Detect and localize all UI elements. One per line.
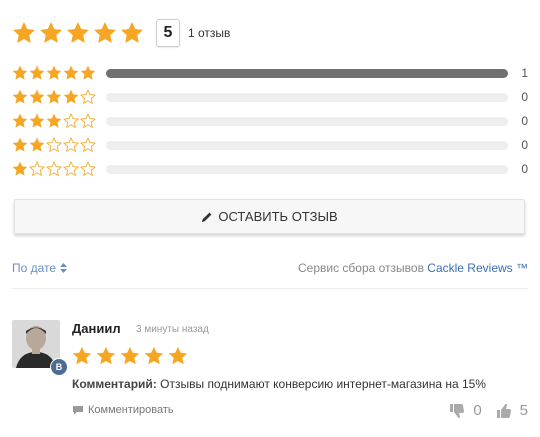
comment-label: Комментарий: xyxy=(72,377,157,391)
write-review-button[interactable]: ОСТАВИТЬ ОТЗЫВ xyxy=(14,199,525,234)
star-filled-icon xyxy=(46,89,62,104)
star-empty-icon xyxy=(63,137,79,153)
star-filled-icon xyxy=(12,89,28,104)
review-author[interactable]: Даниил xyxy=(72,321,121,336)
write-review-label: ОСТАВИТЬ ОТЗЫВ xyxy=(218,209,338,224)
star-filled-icon xyxy=(12,161,28,176)
distribution-count: 0 xyxy=(521,138,528,152)
star-filled-icon xyxy=(120,346,140,365)
distribution-bar xyxy=(106,68,508,78)
star-filled-icon xyxy=(66,21,90,43)
sort-by-date[interactable]: По дате xyxy=(12,261,68,275)
star-filled-icon xyxy=(29,89,45,104)
distribution-stars xyxy=(12,161,96,177)
service-credit: Сервис сбора отзывов Cackle Reviews ™ xyxy=(298,261,528,275)
star-filled-icon xyxy=(120,21,144,43)
dislike-button[interactable]: 0 xyxy=(449,402,482,419)
distribution-row-3[interactable]: 0 xyxy=(12,113,528,129)
star-empty-icon xyxy=(63,113,79,129)
star-filled-icon xyxy=(72,346,92,365)
thumbs-down-icon xyxy=(450,403,465,418)
distribution-bar xyxy=(106,92,508,102)
star-empty-icon xyxy=(63,161,79,177)
cackle-link[interactable]: Cackle Reviews ™ xyxy=(427,261,528,275)
star-filled-icon xyxy=(12,21,36,43)
distribution-bar xyxy=(106,116,508,126)
vk-badge: B xyxy=(50,358,68,376)
distribution-row-5[interactable]: 1 xyxy=(12,65,528,81)
star-filled-icon xyxy=(12,65,28,80)
reply-link[interactable]: Комментировать xyxy=(72,404,174,416)
star-filled-icon xyxy=(63,89,79,104)
dislike-count: 0 xyxy=(473,402,482,419)
rating-summary: 5 1 отзыв xyxy=(12,19,231,47)
distribution-stars xyxy=(12,65,96,81)
distribution-bar-fill xyxy=(106,68,508,78)
distribution-stars xyxy=(12,113,96,129)
star-filled-icon xyxy=(12,137,28,152)
star-empty-icon xyxy=(80,89,96,105)
star-filled-icon xyxy=(63,65,79,80)
review-rating-stars xyxy=(72,346,188,366)
star-empty-icon xyxy=(46,137,62,153)
distribution-count: 0 xyxy=(521,90,528,104)
star-filled-icon xyxy=(29,65,45,80)
star-filled-icon xyxy=(144,346,164,365)
star-empty-icon xyxy=(80,113,96,129)
distribution-count: 0 xyxy=(521,114,528,128)
votes: 0 5 xyxy=(435,402,528,419)
divider xyxy=(12,288,528,289)
distribution-count: 1 xyxy=(521,66,528,80)
review-time: 3 минуты назад xyxy=(136,324,209,335)
like-button[interactable]: 5 xyxy=(496,402,528,419)
distribution-count: 0 xyxy=(521,162,528,176)
star-filled-icon xyxy=(29,137,45,152)
sort-label: По дате xyxy=(12,261,57,275)
star-filled-icon xyxy=(12,113,28,128)
star-filled-icon xyxy=(39,21,63,43)
like-count: 5 xyxy=(519,402,528,419)
reply-label: Комментировать xyxy=(88,404,174,416)
star-filled-icon xyxy=(96,346,116,365)
sort-icon xyxy=(60,263,68,273)
pencil-icon xyxy=(202,212,212,222)
distribution-stars xyxy=(12,137,96,153)
distribution-bar xyxy=(106,140,508,150)
comment-icon xyxy=(73,406,83,415)
review-comment: Комментарий: Отзывы поднимают конверсию … xyxy=(72,377,486,391)
star-filled-icon xyxy=(93,21,117,43)
distribution-row-1[interactable]: 0 xyxy=(12,161,528,177)
comment-text: Отзывы поднимают конверсию интернет-мага… xyxy=(156,377,486,391)
distribution-row-2[interactable]: 0 xyxy=(12,137,528,153)
average-score: 5 xyxy=(156,19,180,47)
star-filled-icon xyxy=(46,113,62,128)
star-filled-icon xyxy=(80,65,96,80)
star-filled-icon xyxy=(168,346,188,365)
distribution-bar xyxy=(106,164,508,174)
service-prefix: Сервис сбора отзывов xyxy=(297,261,428,275)
distribution-stars xyxy=(12,89,96,105)
star-empty-icon xyxy=(46,161,62,177)
star-filled-icon xyxy=(29,113,45,128)
star-empty-icon xyxy=(29,161,45,177)
star-empty-icon xyxy=(80,137,96,153)
rating-stars xyxy=(12,21,144,45)
star-empty-icon xyxy=(80,161,96,177)
distribution-row-4[interactable]: 0 xyxy=(12,89,528,105)
thumbs-up-icon xyxy=(496,403,511,418)
star-filled-icon xyxy=(46,65,62,80)
review-count: 1 отзыв xyxy=(188,26,231,40)
